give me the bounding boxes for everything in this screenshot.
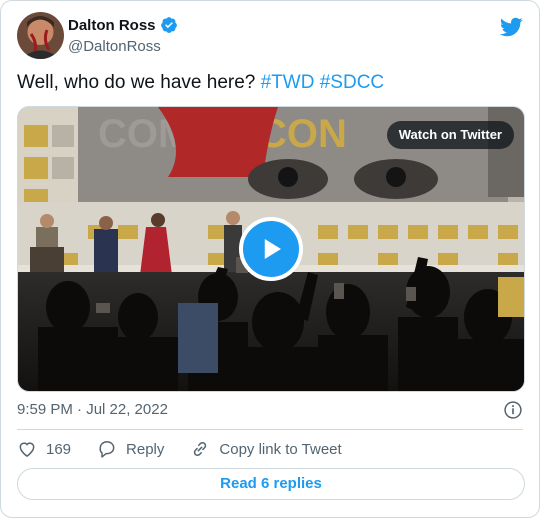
author-handle[interactable]: @DaltonRoss <box>68 38 161 55</box>
twitter-bird-icon[interactable] <box>499 15 523 39</box>
read-replies-button[interactable]: Read 6 replies <box>17 468 525 500</box>
tweet-timestamp[interactable]: 9:59 PM · Jul 22, 2022 <box>17 401 168 418</box>
author-name-row[interactable]: Dalton Ross <box>68 16 178 34</box>
heart-icon <box>19 442 35 457</box>
tweet-body: Well, who do we have here? <box>17 72 261 93</box>
watch-on-twitter-button[interactable]: Watch on Twitter <box>386 121 514 149</box>
author-display-name[interactable]: Dalton Ross <box>68 17 156 34</box>
reply-label: Reply <box>126 440 165 458</box>
like-button[interactable]: 169 <box>17 439 71 459</box>
play-button[interactable] <box>239 217 303 281</box>
avatar[interactable] <box>17 12 64 59</box>
play-icon <box>264 239 281 259</box>
hashtag-twd[interactable]: #TWD <box>261 72 315 93</box>
info-icon[interactable] <box>503 400 523 420</box>
video-media[interactable]: COMIC CON Watch on Twitter <box>17 106 525 392</box>
reply-button[interactable]: Reply <box>97 439 164 459</box>
verified-badge-icon <box>160 16 178 34</box>
divider <box>17 429 523 430</box>
hashtag-sdcc[interactable]: #SDCC <box>320 72 384 93</box>
tweet-actions: 169 Reply Copy link to Tweet <box>17 438 368 460</box>
like-count: 169 <box>46 440 72 458</box>
copy-link-label: Copy link to Tweet <box>219 440 342 458</box>
tweet-text: Well, who do we have here? #TWD #SDCC <box>17 71 384 95</box>
copy-link-button[interactable]: Copy link to Tweet <box>190 439 342 459</box>
reply-icon <box>99 441 115 458</box>
link-icon <box>194 441 207 457</box>
tweet-card: Dalton Ross @DaltonRoss Well, who do we … <box>0 0 540 518</box>
